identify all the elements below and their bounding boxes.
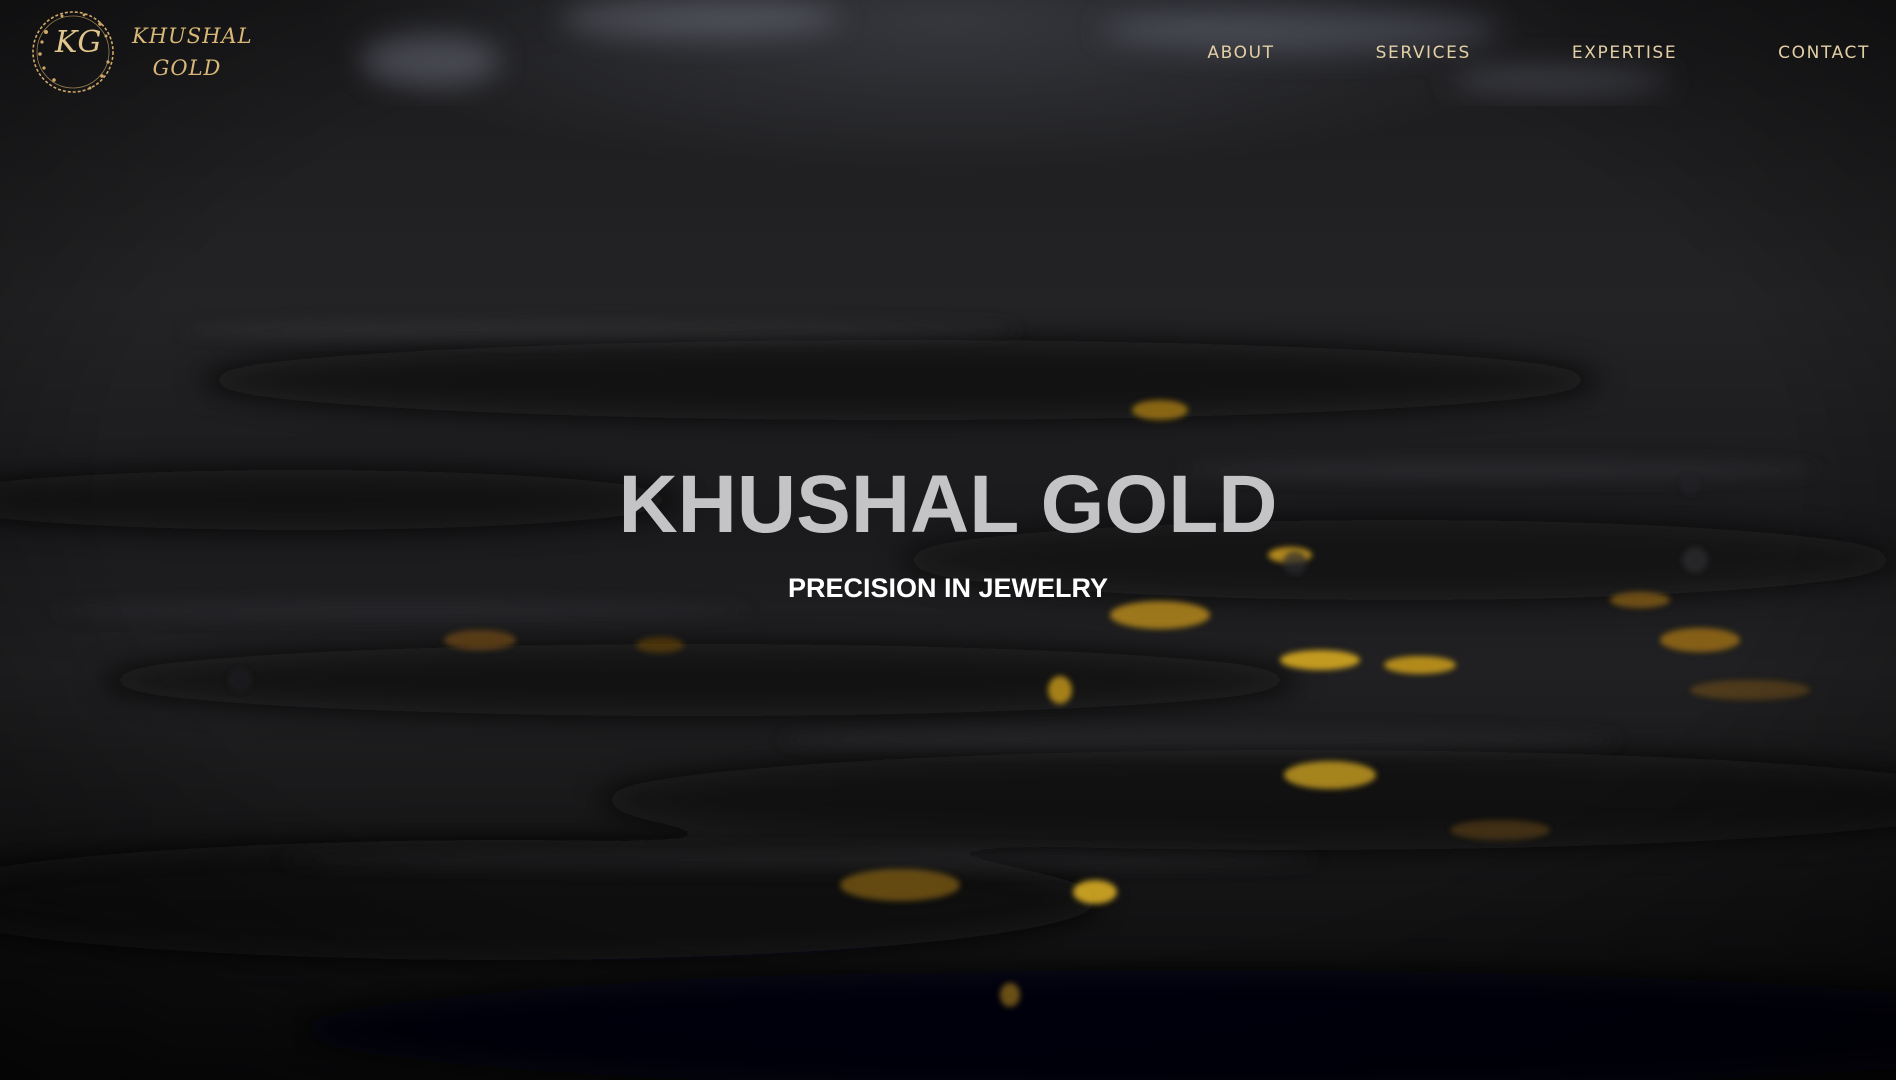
logo-monogram-k: KG xyxy=(54,25,101,60)
nav-services-link[interactable]: SERVICES xyxy=(1376,42,1471,64)
hero-title: KHUSHAL GOLD xyxy=(618,459,1278,550)
logo-line-1: KHUSHAL xyxy=(132,24,253,48)
nav-about-link[interactable]: ABOUT xyxy=(1207,42,1274,64)
site-header: KG KHUSHAL GOLD ABOUT SERVICES EXPERTISE… xyxy=(0,0,1896,110)
logo-line-2: GOLD xyxy=(152,56,222,80)
hero-subtitle: PRECISION IN JEWELRY xyxy=(787,573,1109,603)
logo-wordmark: KHUSHAL GOLD xyxy=(132,20,253,84)
kg-monogram-icon: KG xyxy=(32,11,114,93)
nav-contact-link[interactable]: CONTACT xyxy=(1778,42,1870,64)
nav-expertise-link[interactable]: EXPERTISE xyxy=(1572,42,1677,64)
main-nav: ABOUT SERVICES EXPERTISE CONTACT xyxy=(1207,42,1870,64)
logo-link[interactable]: KG KHUSHAL GOLD xyxy=(26,8,253,96)
